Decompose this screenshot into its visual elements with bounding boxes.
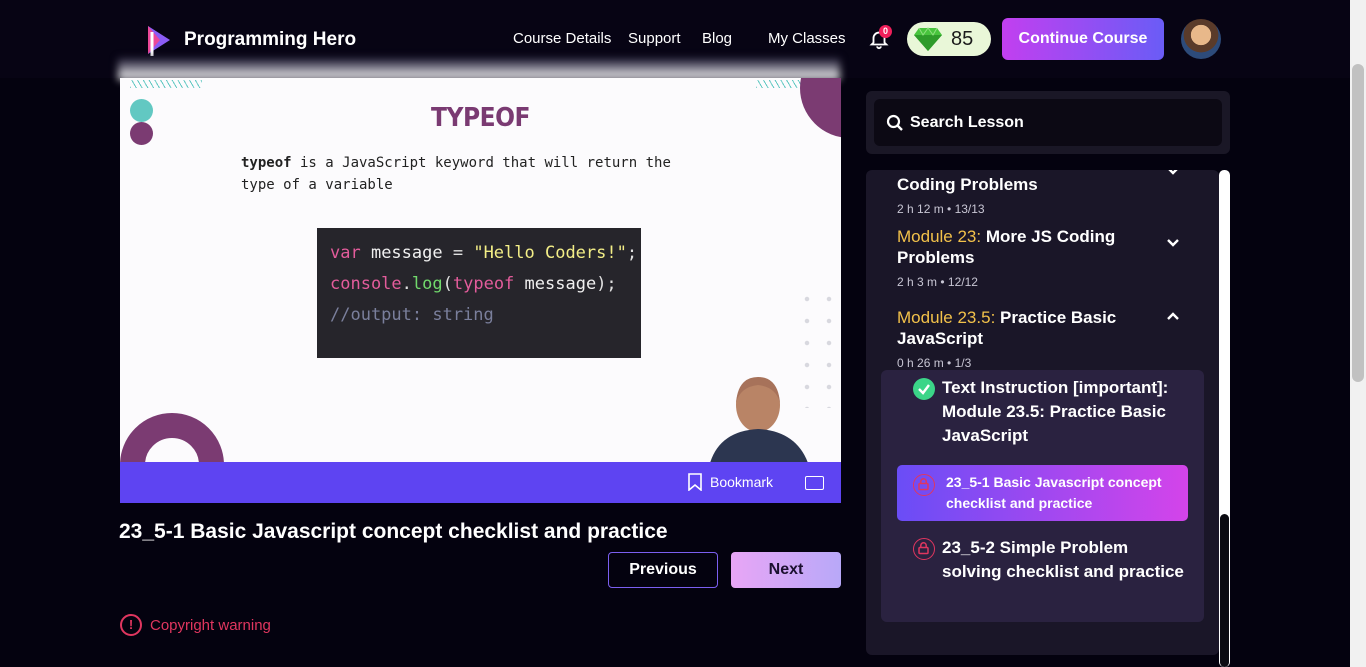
avatar[interactable]	[1181, 19, 1221, 59]
lesson-label: Text Instruction [important]: Module 23.…	[942, 378, 1169, 445]
nav-blog[interactable]: Blog	[702, 30, 732, 47]
chevron-down-icon[interactable]	[1166, 170, 1180, 178]
module-meta: 0 h 26 m • 1/3	[897, 356, 972, 370]
module-lessons: Text Instruction [important]: Module 23.…	[881, 370, 1204, 622]
code-line: //output: string	[330, 305, 494, 325]
lock-icon	[913, 538, 935, 560]
copyright-warning-link[interactable]: ! Copyright warning	[120, 614, 271, 636]
lesson-item[interactable]: Text Instruction [important]: Module 23.…	[897, 374, 1188, 449]
decor-ring	[120, 413, 224, 462]
previous-button[interactable]: Previous	[608, 552, 718, 588]
video-controls: Bookmark	[120, 462, 841, 503]
chevron-up-icon[interactable]	[1166, 309, 1180, 323]
nav-course-details[interactable]: Course Details	[513, 30, 611, 47]
diamond-icon	[914, 27, 942, 51]
search-panel: Search Lesson	[866, 91, 1230, 154]
lesson-item-active[interactable]: 23_5-1 Basic Javascript concept checklis…	[897, 465, 1188, 521]
logo-icon	[140, 22, 176, 58]
notification-badge: 0	[879, 25, 892, 38]
copyright-warning-label: Copyright warning	[150, 616, 271, 634]
decor-hatch	[130, 80, 202, 88]
module-item[interactable]: Module 23: More JS Coding Problems 2 h 3…	[897, 226, 1167, 289]
module-list: Coding Problems 2 h 12 m • 13/13 Module …	[866, 170, 1219, 655]
lesson-item[interactable]: 23_5-2 Simple Problem solving checklist …	[897, 534, 1188, 589]
module-title: Module 23: More JS Coding Problems	[897, 227, 1116, 267]
module-title: Coding Problems	[897, 175, 1038, 194]
nav-support[interactable]: Support	[628, 30, 681, 47]
search-icon	[886, 114, 903, 131]
header-shadow	[118, 58, 840, 80]
slide-keyword: typeof	[241, 155, 292, 171]
video-player[interactable]: TYPEOF typeof is a JavaScript keyword th…	[120, 78, 841, 462]
bookmark-icon	[688, 473, 702, 491]
bookmark-label: Bookmark	[710, 474, 774, 490]
module-item-expanded[interactable]: Module 23.5: Practice Basic JavaScript 0…	[897, 307, 1167, 370]
presenter-video	[710, 363, 830, 462]
next-button[interactable]: Next	[731, 552, 841, 588]
module-title: Module 23.5: Practice Basic JavaScript	[897, 308, 1117, 348]
code-line: console.log(typeof message);	[330, 274, 617, 294]
search-input[interactable]: Search Lesson	[874, 99, 1222, 146]
code-snippet: var message = "Hello Coders!"; console.l…	[317, 228, 641, 358]
continue-course-button[interactable]: Continue Course	[1002, 18, 1164, 60]
module-meta: 2 h 12 m • 13/13	[897, 202, 985, 216]
brand-logo[interactable]: Programming Hero	[140, 22, 356, 58]
module-meta: 2 h 3 m • 12/12	[897, 275, 978, 289]
search-placeholder: Search Lesson	[910, 113, 1024, 131]
slide-title: TYPEOF	[431, 103, 530, 133]
nav-my-classes[interactable]: My Classes	[768, 30, 846, 47]
slide-description-text: is a JavaScript keyword that will return…	[241, 155, 671, 193]
lock-icon	[913, 474, 935, 496]
slide-description: typeof is a JavaScript keyword that will…	[241, 152, 711, 196]
lesson-title: 23_5-1 Basic Javascript concept checklis…	[119, 520, 668, 543]
gems-count: 85	[951, 27, 974, 50]
code-line: var message = "Hello Coders!";	[330, 243, 638, 263]
lesson-label: 23_5-1 Basic Javascript concept checklis…	[946, 474, 1162, 511]
theater-mode-icon[interactable]	[805, 476, 824, 490]
lesson-label: 23_5-2 Simple Problem solving checklist …	[942, 538, 1184, 581]
module-item[interactable]: Coding Problems 2 h 12 m • 13/13	[897, 174, 1167, 216]
page-scrollbar-thumb[interactable]	[1352, 64, 1364, 382]
warning-icon: !	[120, 614, 142, 636]
chevron-down-icon[interactable]	[1166, 236, 1180, 250]
bookmark-button[interactable]: Bookmark	[688, 473, 773, 491]
module-list-scrollbar-thumb[interactable]	[1220, 514, 1229, 667]
gems-counter[interactable]: 85	[907, 22, 991, 56]
check-icon	[913, 378, 935, 400]
brand-name: Programming Hero	[184, 29, 357, 50]
